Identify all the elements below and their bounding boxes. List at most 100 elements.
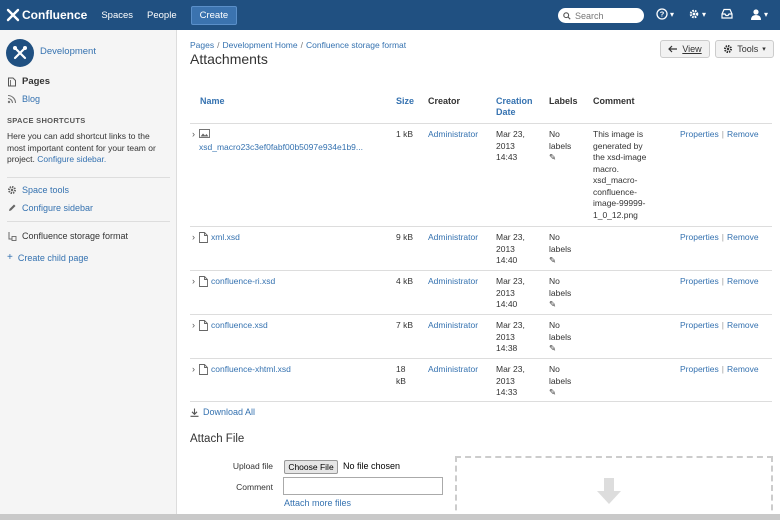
nav-people[interactable]: People [147, 10, 177, 21]
sidebar-create-child-page[interactable]: + Create child page [7, 252, 88, 263]
expand-chevron-icon[interactable]: › [192, 232, 195, 244]
file-size: 9 kB [396, 232, 414, 242]
tools-menu-button[interactable]: Tools ▾ [715, 40, 774, 58]
comment-input[interactable] [283, 477, 443, 495]
edit-labels-pencil-icon[interactable]: ✎ [549, 387, 556, 397]
remove-link[interactable]: Remove [727, 129, 759, 139]
upload-file-label: Upload file [232, 461, 273, 471]
file-drop-zone[interactable] [455, 456, 773, 520]
remove-link[interactable]: Remove [727, 232, 759, 242]
file-name-link[interactable]: xml.xsd [211, 232, 240, 244]
creator-link[interactable]: Administrator [428, 364, 478, 376]
breadcrumb-current-page[interactable]: Confluence storage format [306, 40, 406, 50]
table-row: › confluence-ri.xsd 4 kB Administrator M… [190, 270, 772, 314]
download-all-link[interactable]: Download All [190, 407, 255, 417]
user-menu[interactable]: ▾ [750, 8, 768, 20]
space-sidebar: Development Pages Blog SPACE SHORTCUTS H… [0, 30, 177, 520]
settings-menu[interactable]: ▾ [688, 8, 706, 20]
edit-labels-pencil-icon[interactable]: ✎ [549, 343, 556, 353]
file-name-cell: › xml.xsd [192, 232, 240, 244]
sidebar-item-blog[interactable]: Blog [7, 94, 40, 104]
search-input[interactable]: Search [558, 8, 644, 23]
properties-link[interactable]: Properties [680, 129, 719, 139]
remove-link[interactable]: Remove [727, 320, 759, 330]
nav-spaces[interactable]: Spaces [101, 10, 133, 21]
chevron-down-icon: ▾ [764, 9, 769, 19]
breadcrumb-pages[interactable]: Pages [190, 40, 214, 50]
download-icon [190, 408, 199, 417]
column-header-name[interactable]: Name [200, 96, 225, 107]
space-name-link[interactable]: Development [40, 46, 96, 57]
attach-more-files-link[interactable]: Attach more files [284, 498, 351, 508]
sidebar-item-label: Configure sidebar [22, 203, 94, 213]
search-icon [563, 11, 571, 20]
date-line: 14:40 [496, 255, 518, 265]
sidebar-item-configure-sidebar[interactable]: Configure sidebar [7, 203, 93, 213]
creation-date: Mar 23, 2013 14:43 [496, 129, 525, 164]
properties-link[interactable]: Properties [680, 232, 719, 242]
create-button[interactable]: Create [190, 5, 238, 25]
table-row: › xsd_macro23c3ef0fabf00b5097e934e1b9...… [190, 123, 772, 226]
rss-icon [7, 94, 17, 104]
remove-link[interactable]: Remove [727, 364, 759, 374]
comment-line: 1_0_12.png [593, 209, 638, 220]
edit-labels-pencil-icon[interactable]: ✎ [549, 299, 556, 309]
date-line: Mar 23, [496, 276, 525, 286]
expand-chevron-icon[interactable]: › [192, 276, 195, 288]
creator-link[interactable]: Administrator [428, 232, 478, 244]
date-line: 14:38 [496, 343, 518, 353]
back-arrow-icon [668, 45, 678, 53]
sidebar-item-pages[interactable]: Pages [7, 76, 50, 87]
date-line: 14:43 [496, 152, 518, 162]
help-menu[interactable]: ? ▾ [656, 8, 674, 20]
properties-link[interactable]: Properties [680, 276, 719, 286]
file-name-link[interactable]: xsd_macro23c3ef0fabf00b5097e934e1b9... [199, 142, 363, 152]
chevron-down-icon: ▾ [670, 9, 675, 19]
comment-line: macro. [593, 163, 619, 174]
creation-date: Mar 23, 2013 14:38 [496, 320, 525, 355]
choose-file-button[interactable]: Choose File [284, 460, 338, 474]
gear-icon [689, 9, 699, 19]
space-logo[interactable] [6, 39, 34, 67]
expand-chevron-icon[interactable]: › [192, 129, 195, 141]
creator-link[interactable]: Administrator [428, 276, 478, 288]
creator-link[interactable]: Administrator [428, 320, 478, 332]
no-file-chosen-text: No file chosen [343, 461, 401, 471]
notifications-button[interactable] [721, 8, 733, 19]
date-line: 2013 [496, 375, 515, 386]
size-line: kB [396, 375, 406, 386]
action-separator: | [721, 276, 724, 286]
creation-date: Mar 23, 2013 14:33 [496, 364, 525, 399]
expand-chevron-icon[interactable]: › [192, 364, 195, 376]
table-row: › confluence-xhtml.xsd 18 kB Administrat… [190, 358, 772, 402]
remove-link[interactable]: Remove [727, 276, 759, 286]
column-header-size[interactable]: Size [396, 96, 414, 107]
column-header-creation-date[interactable]: Creation Date [496, 96, 533, 118]
breadcrumb-development-home[interactable]: Development Home [222, 40, 297, 50]
confluence-logo[interactable]: Confluence [6, 8, 87, 22]
comment-line: xsd_macro- [593, 175, 638, 185]
properties-link[interactable]: Properties [680, 364, 719, 374]
comment-line: image-99999- [593, 198, 646, 208]
view-button[interactable]: View [660, 40, 710, 58]
attach-file-heading: Attach File [190, 433, 245, 445]
expand-chevron-icon[interactable]: › [192, 320, 195, 332]
edit-labels-pencil-icon[interactable]: ✎ [549, 152, 556, 162]
gear-icon [724, 45, 733, 53]
properties-link[interactable]: Properties [680, 320, 719, 330]
sidebar-item-space-tools[interactable]: Space tools [7, 185, 69, 195]
creator-link[interactable]: Administrator [428, 129, 478, 141]
file-name-link[interactable]: confluence-ri.xsd [211, 276, 275, 288]
plus-icon: + [7, 252, 13, 263]
sidebar-current-page[interactable]: Confluence storage format [7, 231, 128, 241]
creation-date: Mar 23, 2013 14:40 [496, 232, 525, 267]
date-line: 2013 [496, 287, 515, 298]
configure-sidebar-inline-link[interactable]: Configure sidebar. [37, 154, 106, 164]
file-name-cell: › confluence-xhtml.xsd [192, 364, 291, 376]
page-title: Attachments [190, 51, 268, 67]
file-name-link[interactable]: confluence.xsd [211, 320, 268, 332]
tools-icon [13, 46, 27, 60]
divider [7, 221, 170, 222]
edit-labels-pencil-icon[interactable]: ✎ [549, 255, 556, 265]
file-name-link[interactable]: confluence-xhtml.xsd [211, 364, 291, 376]
